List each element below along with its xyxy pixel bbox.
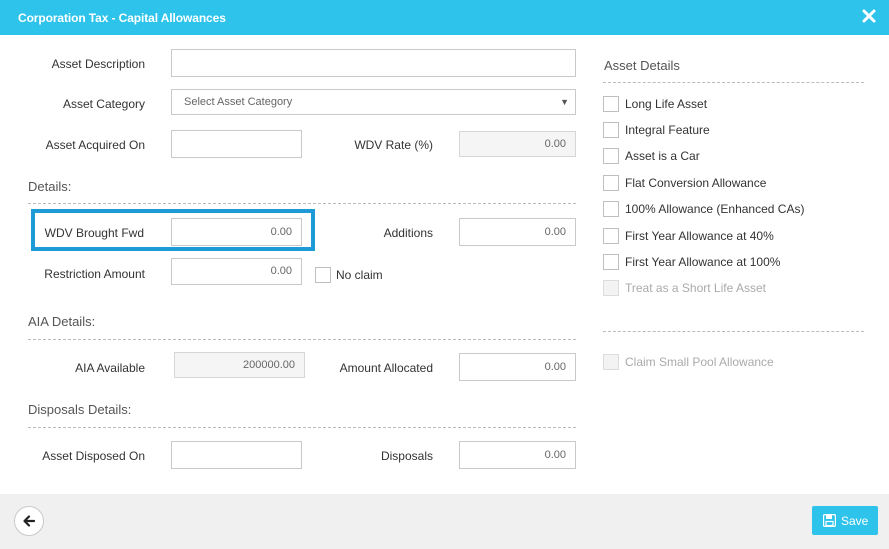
disposals-input[interactable]: 0.00 [459, 441, 576, 469]
asset-is-car-checkbox[interactable] [603, 148, 619, 164]
asset-disposed-input[interactable] [171, 441, 302, 469]
asset-acquired-label: Asset Acquired On [45, 138, 145, 152]
aia-available-field: 200000.00 [174, 352, 305, 378]
integral-feature-checkbox[interactable] [603, 122, 619, 138]
short-life-asset-label: Treat as a Short Life Asset [625, 281, 766, 295]
details-heading: Details: [28, 179, 72, 194]
long-life-asset-label: Long Life Asset [625, 97, 708, 111]
asset-description-label: Asset Description [51, 57, 145, 71]
disposals-divider [28, 427, 576, 428]
details-divider [28, 203, 576, 204]
enhanced-cas-checkbox[interactable] [603, 201, 619, 217]
no-claim-label: No claim [336, 268, 383, 282]
dropdown-arrow-icon: ▼ [560, 97, 569, 107]
wdv-brought-fwd-label: WDV Brought Fwd [44, 226, 144, 240]
floppy-disk-icon [823, 514, 836, 527]
small-pool-label: Claim Small Pool Allowance [625, 355, 774, 369]
disposals-heading: Disposals Details: [28, 402, 132, 417]
back-button[interactable] [14, 506, 44, 536]
asset-details-heading: Asset Details [604, 58, 680, 73]
close-icon[interactable] [861, 8, 877, 24]
asset-category-select[interactable]: Select Asset Category ▼ [171, 89, 576, 115]
wdv-brought-fwd-input[interactable]: 0.00 [171, 218, 302, 246]
save-button[interactable]: Save [812, 506, 878, 535]
asset-disposed-label: Asset Disposed On [42, 449, 145, 463]
asset-is-car-label: Asset is a Car [625, 149, 700, 163]
amount-allocated-label: Amount Allocated [339, 361, 433, 375]
enhanced-cas-label: 100% Allowance (Enhanced CAs) [625, 202, 805, 216]
asset-category-placeholder: Select Asset Category [184, 96, 293, 108]
wdv-rate-label: WDV Rate (%) [354, 138, 433, 152]
asset-acquired-input[interactable] [171, 130, 302, 158]
small-pool-divider [603, 331, 864, 332]
restriction-amount-input[interactable]: 0.00 [171, 258, 302, 285]
fya-40-checkbox[interactable] [603, 228, 619, 244]
wdv-rate-field: 0.00 [459, 131, 576, 157]
asset-category-label: Asset Category [62, 97, 145, 111]
disposals-label: Disposals [380, 449, 433, 463]
restriction-amount-label: Restriction Amount [44, 267, 145, 281]
additions-input[interactable]: 0.00 [459, 218, 576, 246]
save-label: Save [841, 514, 869, 528]
aia-divider [28, 339, 576, 340]
asset-description-input[interactable] [171, 49, 576, 77]
small-pool-checkbox [603, 354, 619, 370]
flat-conversion-checkbox[interactable] [603, 175, 619, 191]
short-life-asset-checkbox [603, 280, 619, 296]
asset-details-divider [603, 82, 864, 83]
integral-feature-label: Integral Feature [625, 123, 710, 137]
footer-bar [0, 494, 889, 549]
fya-100-label: First Year Allowance at 100% [625, 255, 781, 269]
aia-available-label: AIA Available [75, 361, 145, 375]
amount-allocated-input[interactable]: 0.00 [459, 353, 576, 381]
arrow-left-icon [23, 515, 36, 527]
window-title: Corporation Tax - Capital Allowances [18, 11, 226, 25]
aia-heading: AIA Details: [28, 314, 96, 329]
title-bar: Corporation Tax - Capital Allowances [0, 0, 889, 35]
fya-100-checkbox[interactable] [603, 254, 619, 270]
flat-conversion-label: Flat Conversion Allowance [625, 176, 767, 190]
long-life-asset-checkbox[interactable] [603, 96, 619, 112]
no-claim-checkbox[interactable] [315, 267, 331, 283]
fya-40-label: First Year Allowance at 40% [625, 229, 774, 243]
additions-label: Additions [383, 226, 433, 240]
